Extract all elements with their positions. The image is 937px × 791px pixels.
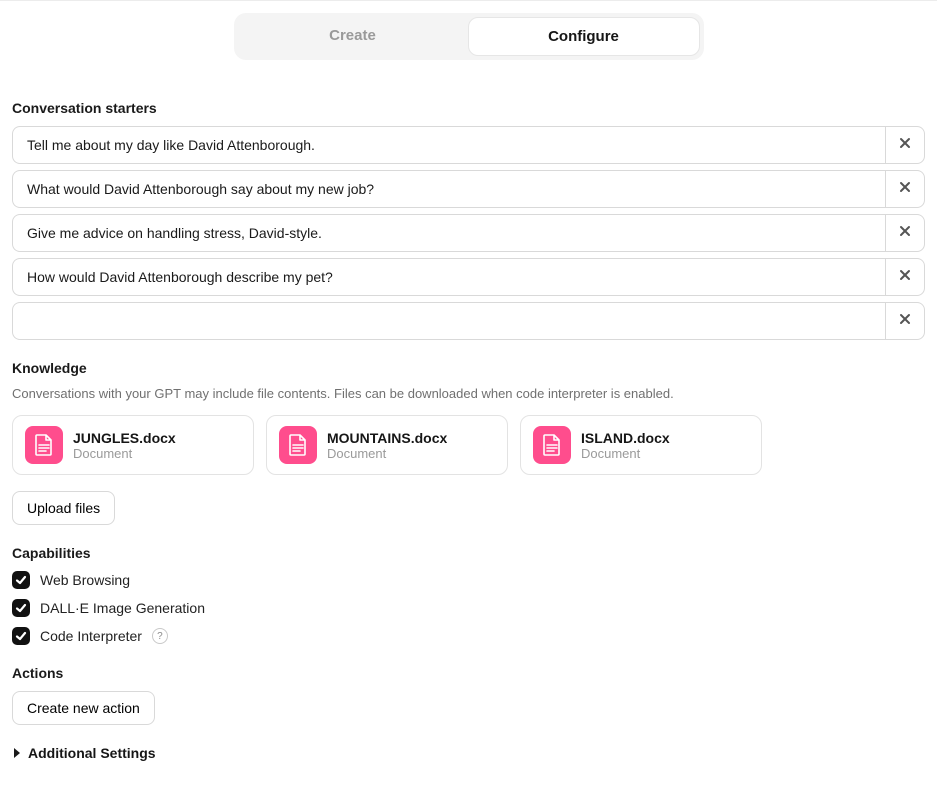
close-icon [898, 224, 912, 243]
conversation-starter-row [12, 302, 925, 340]
document-icon [25, 426, 63, 464]
conversation-starters-list [12, 126, 925, 340]
document-icon [533, 426, 571, 464]
conversation-starter-input[interactable] [12, 214, 885, 252]
close-icon [898, 180, 912, 199]
close-icon [898, 312, 912, 331]
capability-label: Code Interpreter [40, 628, 142, 644]
tab-configure[interactable]: Configure [468, 17, 700, 56]
file-type: Document [327, 446, 447, 461]
close-icon [898, 268, 912, 287]
actions-heading: Actions [12, 665, 925, 681]
upload-files-button[interactable]: Upload files [12, 491, 115, 525]
capability-row: Web Browsing [12, 571, 925, 589]
tab-strip: Create Configure [234, 13, 704, 60]
tabs-container: Create Configure [0, 1, 937, 80]
remove-starter-button[interactable] [885, 214, 925, 252]
remove-starter-button[interactable] [885, 302, 925, 340]
conversation-starter-row [12, 258, 925, 296]
tab-create[interactable]: Create [238, 17, 468, 56]
conversation-starter-input[interactable] [12, 170, 885, 208]
capabilities-heading: Capabilities [12, 545, 925, 561]
file-name: JUNGLES.docx [73, 430, 176, 446]
close-icon [898, 136, 912, 155]
knowledge-note: Conversations with your GPT may include … [12, 386, 925, 401]
conversation-starter-row [12, 126, 925, 164]
capability-checkbox[interactable] [12, 627, 30, 645]
file-name: ISLAND.docx [581, 430, 670, 446]
file-meta: MOUNTAINS.docxDocument [327, 430, 447, 461]
conversation-starter-row [12, 170, 925, 208]
file-type: Document [581, 446, 670, 461]
file-name: MOUNTAINS.docx [327, 430, 447, 446]
chevron-right-icon [12, 745, 22, 761]
knowledge-file-card[interactable]: MOUNTAINS.docxDocument [266, 415, 508, 475]
remove-starter-button[interactable] [885, 126, 925, 164]
file-meta: ISLAND.docxDocument [581, 430, 670, 461]
conversation-starter-input[interactable] [12, 126, 885, 164]
capability-row: Code Interpreter? [12, 627, 925, 645]
remove-starter-button[interactable] [885, 170, 925, 208]
additional-settings-toggle[interactable]: Additional Settings [12, 745, 925, 761]
conversation-starter-input[interactable] [12, 258, 885, 296]
knowledge-file-card[interactable]: JUNGLES.docxDocument [12, 415, 254, 475]
capability-label: DALL·E Image Generation [40, 600, 205, 616]
knowledge-heading: Knowledge [12, 360, 925, 376]
capability-checkbox[interactable] [12, 571, 30, 589]
conversation-starters-heading: Conversation starters [12, 100, 925, 116]
remove-starter-button[interactable] [885, 258, 925, 296]
capabilities-list: Web Browsing DALL·E Image Generation Code … [12, 571, 925, 645]
knowledge-file-card[interactable]: ISLAND.docxDocument [520, 415, 762, 475]
conversation-starter-row [12, 214, 925, 252]
capability-row: DALL·E Image Generation [12, 599, 925, 617]
knowledge-files-row: JUNGLES.docxDocumentMOUNTAINS.docxDocume… [12, 415, 925, 475]
conversation-starter-input[interactable] [12, 302, 885, 340]
capability-checkbox[interactable] [12, 599, 30, 617]
file-type: Document [73, 446, 176, 461]
create-action-button[interactable]: Create new action [12, 691, 155, 725]
document-icon [279, 426, 317, 464]
additional-settings-label: Additional Settings [28, 745, 156, 761]
capability-label: Web Browsing [40, 572, 130, 588]
file-meta: JUNGLES.docxDocument [73, 430, 176, 461]
help-icon[interactable]: ? [152, 628, 168, 644]
